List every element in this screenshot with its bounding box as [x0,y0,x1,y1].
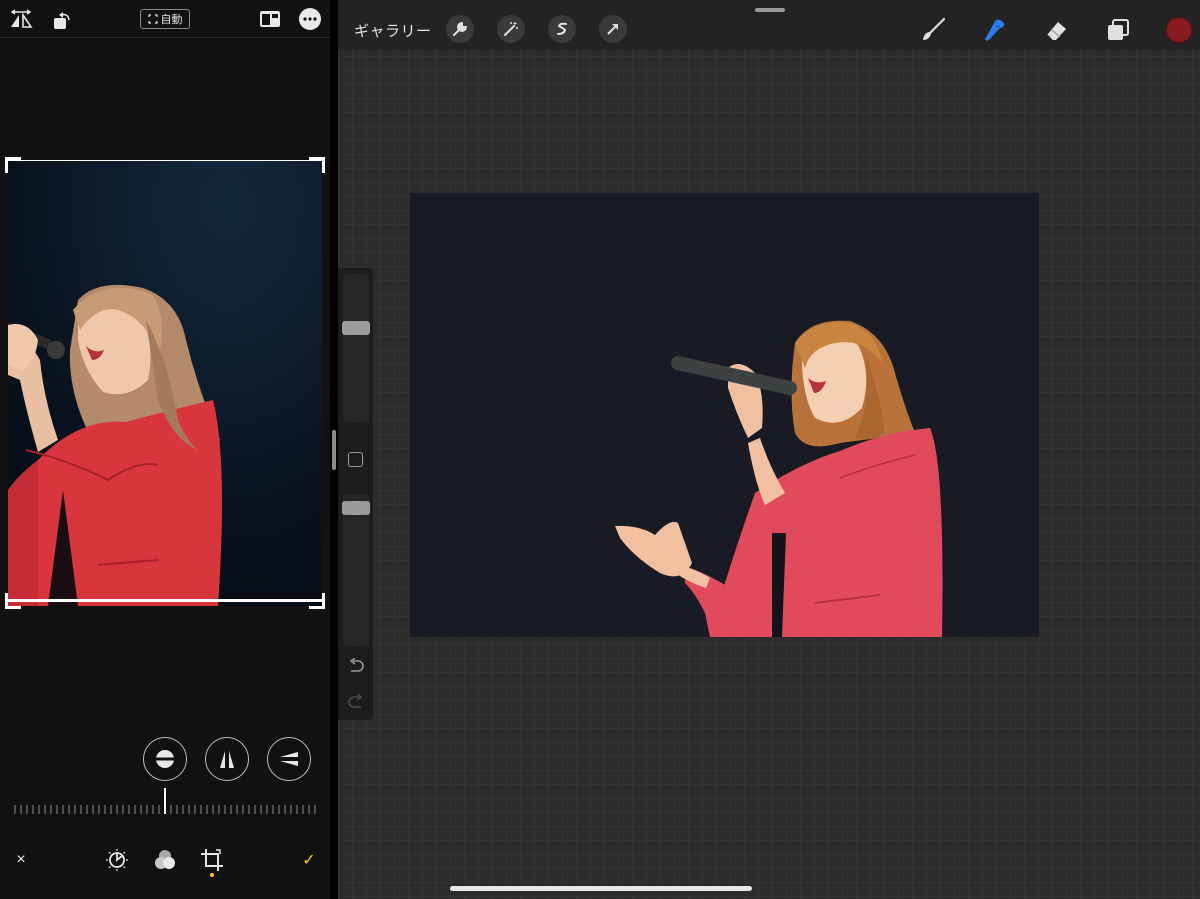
horizontal-perspective-button[interactable] [267,737,311,781]
brush-sidebar [338,268,373,720]
transform-arrow-icon[interactable] [599,15,627,43]
home-indicator[interactable] [450,886,752,891]
procreate-app: ギャラリー [338,0,1200,899]
horizontal-perspective-icon [280,752,298,766]
vertical-perspective-button[interactable] [205,737,249,781]
brush-size-thumb[interactable] [342,320,370,335]
split-view-handle[interactable] [332,430,336,470]
color-picker-button[interactable] [1166,17,1192,43]
adjust-icon[interactable] [104,846,130,874]
vertical-perspective-icon [220,751,234,768]
dial-indicator [164,788,166,814]
crop-icon[interactable] [199,846,225,874]
crop-frame-icon [147,14,158,24]
filters-icon[interactable] [152,846,178,874]
straighten-button[interactable] [143,737,187,781]
opacity-thumb[interactable] [342,500,370,515]
undo-icon[interactable] [347,657,365,674]
singer-photo [8,160,322,606]
auto-label: 自動 [160,14,183,26]
rotate-icon[interactable] [50,8,74,32]
flip-horizontal-icon[interactable] [8,8,34,30]
layers-icon[interactable] [1103,15,1133,45]
crop-edge-bottom[interactable] [8,599,322,602]
more-icon[interactable] [299,8,321,30]
crop-edge-top[interactable] [8,160,322,161]
selection-icon[interactable] [548,15,576,43]
multitasking-grabber[interactable] [755,8,785,12]
brush-icon[interactable] [918,15,948,45]
crop-handle-bottom-left[interactable] [5,593,21,609]
straighten-icon [155,750,175,768]
auto-crop-button[interactable]: 自動 [140,9,190,29]
modify-button[interactable] [348,452,363,467]
aspect-ratio-icon[interactable] [259,9,281,29]
crop-handle-top-left[interactable] [5,157,21,173]
gallery-button[interactable]: ギャラリー [354,20,432,41]
cancel-button[interactable]: × [10,846,32,874]
done-button[interactable]: ✓ [298,846,320,874]
crop-handle-bottom-right[interactable] [309,593,325,609]
photos-editor: 自動 × ✓ [0,0,330,899]
brush-size-slider[interactable] [343,274,369,422]
redo-icon[interactable] [347,693,365,710]
crop-handle-top-right[interactable] [309,157,325,173]
magic-wand-icon[interactable] [497,15,525,43]
opacity-slider[interactable] [343,494,369,646]
active-tool-indicator [210,873,214,877]
eraser-icon[interactable] [1041,15,1071,45]
drawing-canvas[interactable] [410,193,1039,637]
smudge-icon[interactable] [979,15,1009,45]
singer-illustration [615,320,943,637]
wrench-icon[interactable] [446,15,474,43]
photos-top-bar: 自動 [0,0,330,38]
photo-preview[interactable] [8,160,322,606]
